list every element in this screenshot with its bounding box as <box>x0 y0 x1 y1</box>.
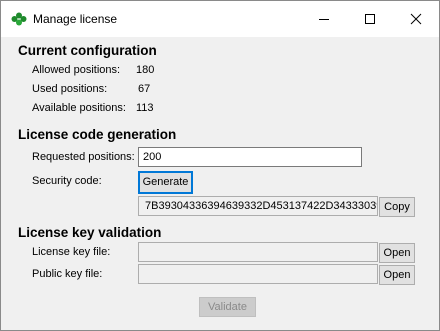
minimize-button[interactable] <box>301 1 347 37</box>
maximize-button[interactable] <box>347 1 393 37</box>
close-button[interactable] <box>393 1 439 37</box>
app-icon <box>11 12 27 26</box>
copy-button[interactable]: Copy <box>379 197 415 217</box>
security-code-field[interactable]: 7B39304336394639332D453137422D34333039 <box>138 196 378 216</box>
available-positions-label: Available positions: <box>32 102 126 114</box>
open-public-key-button[interactable]: Open <box>379 265 415 285</box>
current-configuration-heading: Current configuration <box>18 43 157 58</box>
open-license-key-button[interactable]: Open <box>379 243 415 263</box>
available-positions-value: 113 <box>136 102 154 114</box>
generate-button[interactable]: Generate <box>138 171 193 194</box>
minimize-icon <box>319 19 329 20</box>
security-code-label: Security code: <box>32 175 102 187</box>
validate-button[interactable]: Validate <box>199 297 256 317</box>
allowed-positions-value: 180 <box>136 64 155 76</box>
allowed-positions-label: Allowed positions: <box>32 64 121 76</box>
public-key-file-label: Public key file: <box>32 268 103 280</box>
requested-positions-label: Requested positions: <box>32 151 135 163</box>
maximize-icon <box>365 14 375 24</box>
window-title: Manage license <box>33 12 118 26</box>
title-bar[interactable]: Manage license <box>1 1 439 37</box>
license-key-validation-heading: License key validation <box>18 225 162 240</box>
requested-positions-input[interactable]: 200 <box>138 147 362 167</box>
license-key-file-field[interactable] <box>138 242 378 262</box>
public-key-file-field[interactable] <box>138 264 378 284</box>
close-icon <box>410 13 422 25</box>
used-positions-label: Used positions: <box>32 83 108 95</box>
license-code-generation-heading: License code generation <box>18 127 177 142</box>
used-positions-value: 67 <box>138 83 151 95</box>
manage-license-window: Manage license Current configuration All… <box>0 0 440 331</box>
license-key-file-label: License key file: <box>32 246 111 258</box>
